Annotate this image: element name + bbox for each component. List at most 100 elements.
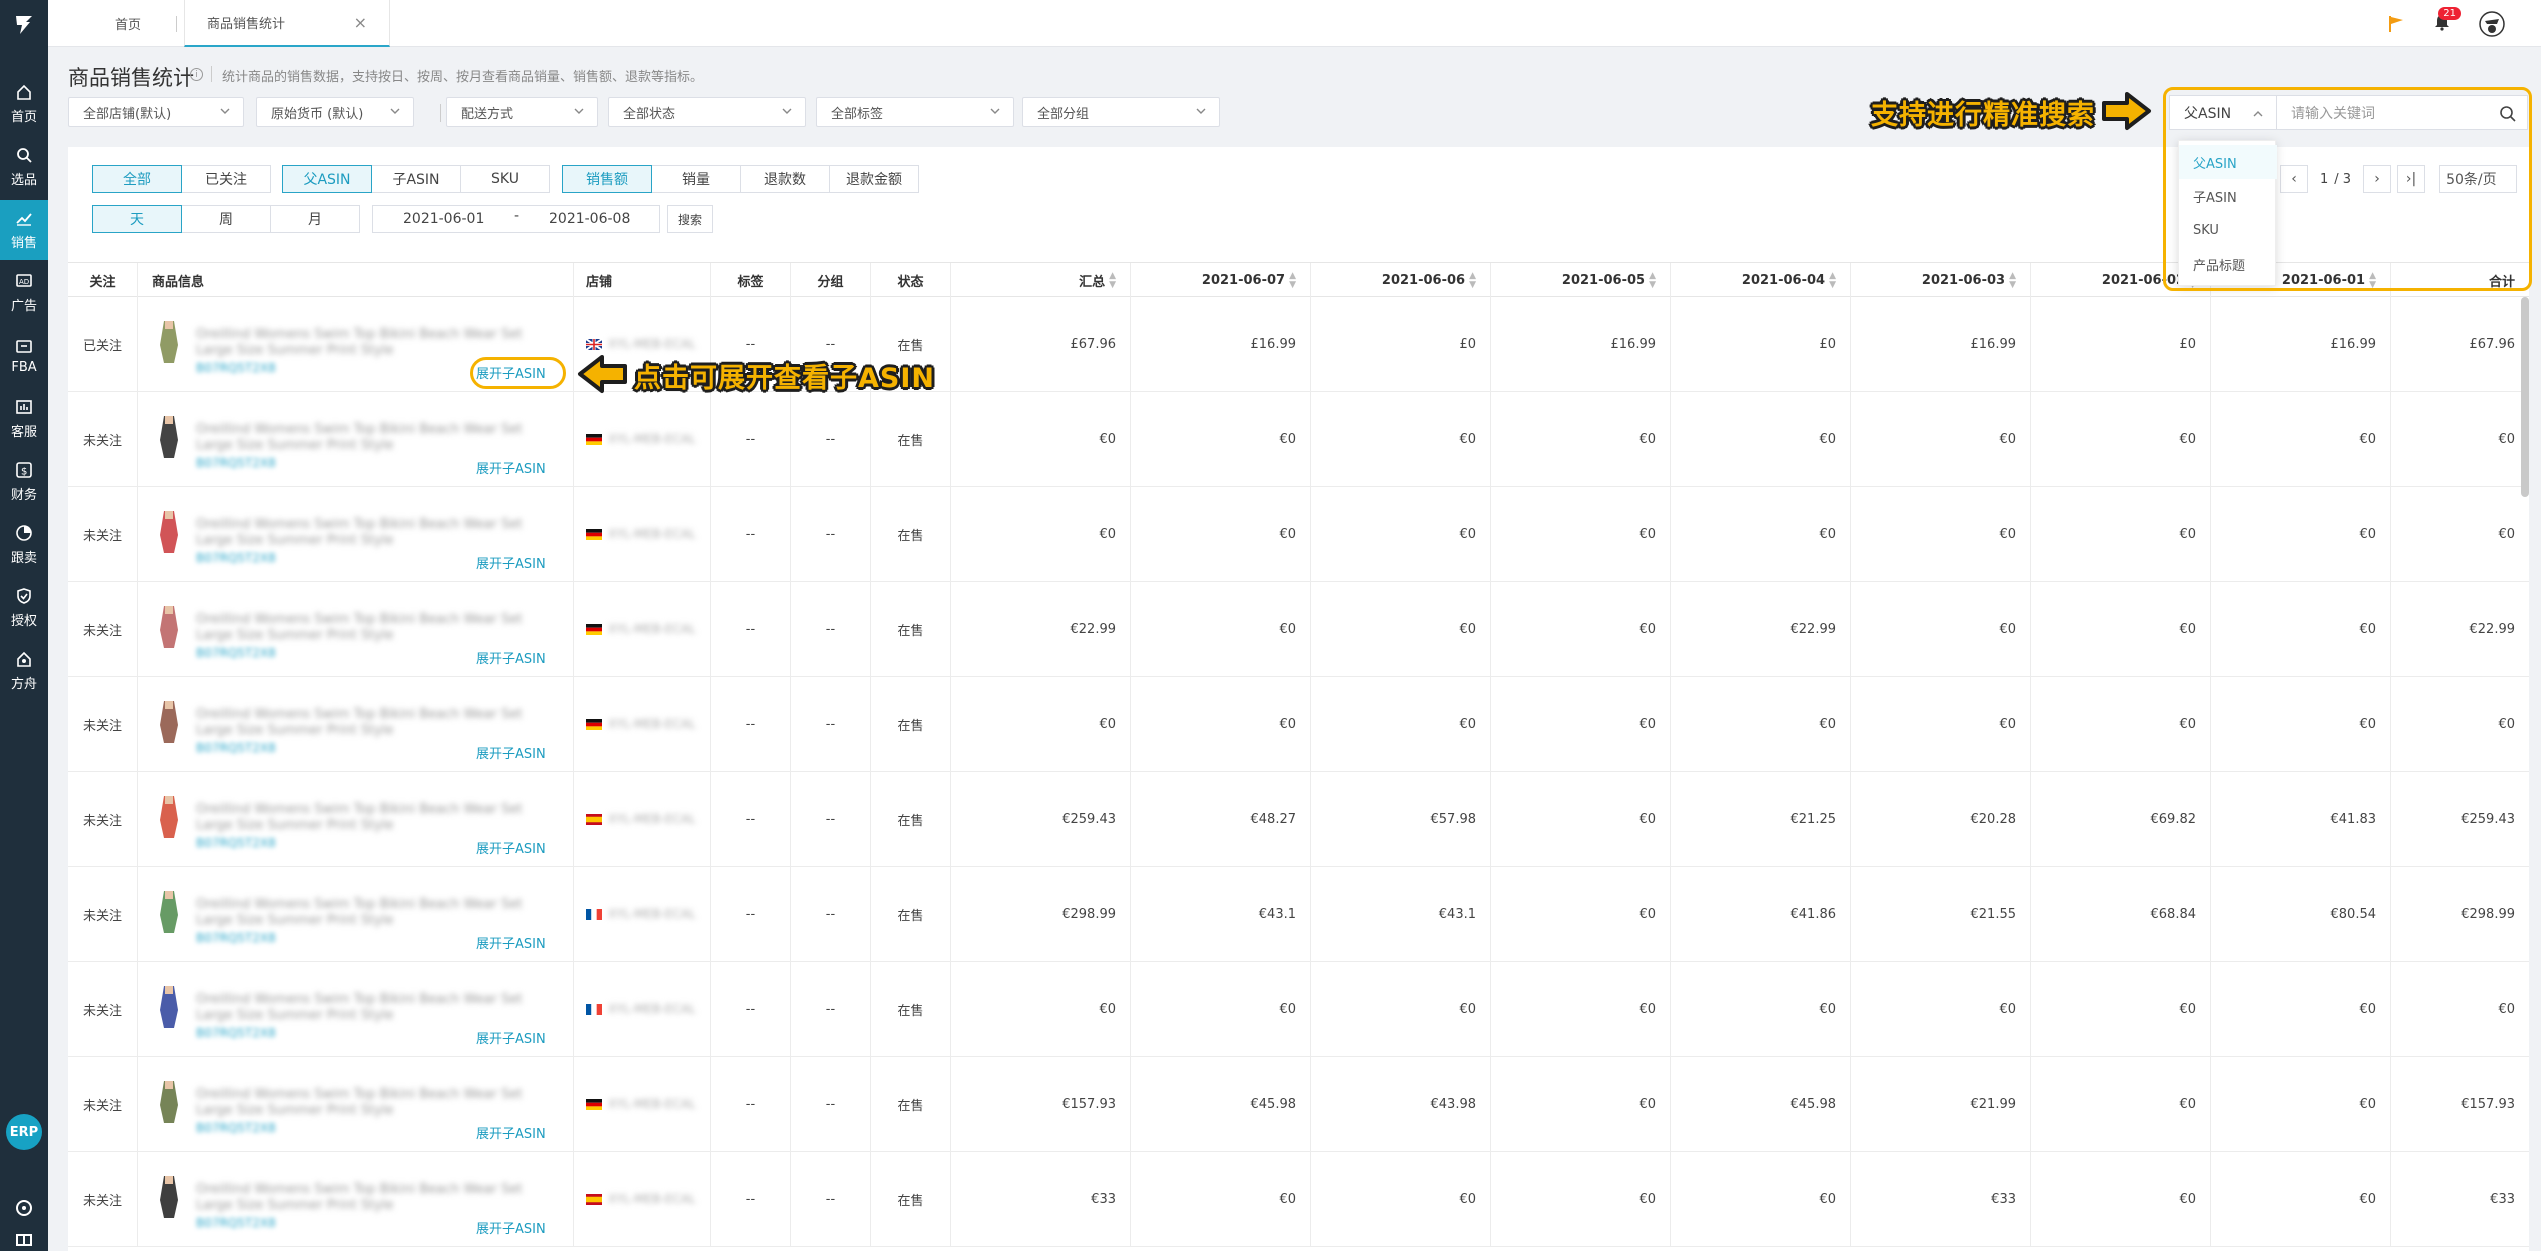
currency-select[interactable]: 原始货币 (默认)	[256, 97, 414, 127]
table-scrollbar[interactable]	[2521, 297, 2529, 497]
expand-child-asin-link[interactable]: 展开子ASIN	[476, 1123, 546, 1142]
product-asin-blurred[interactable]: B07RQ5T2X8	[196, 551, 276, 565]
product-asin-blurred[interactable]: B07RQ5T2X8	[196, 1026, 276, 1040]
toggle-refund-amount[interactable]: 退款金额	[829, 165, 919, 193]
product-thumbnail[interactable]	[156, 1079, 182, 1125]
sort-icon[interactable]: ▲▼	[2009, 271, 2016, 290]
help-icon[interactable]	[14, 1198, 34, 1218]
expand-child-asin-link[interactable]: 展开子ASIN	[476, 1218, 546, 1237]
follow-status[interactable]: 未关注	[68, 1152, 138, 1247]
nav-item-dollar[interactable]: $ 财务	[0, 452, 48, 512]
product-asin-blurred[interactable]: B07RQ5T2X8	[196, 741, 276, 755]
product-asin-blurred[interactable]: B07RQ5T2X8	[196, 836, 276, 850]
follow-status[interactable]: 未关注	[68, 582, 138, 677]
nav-item-shield[interactable]: 授权	[0, 578, 48, 638]
col-date[interactable]: 2021-06-05 ▲ ▼	[1491, 263, 1671, 298]
table-row[interactable]: 未关注 Oreillind Womens Swim Top Bikini Beac…	[68, 1152, 2529, 1247]
table-row[interactable]: 未关注 Oreillind Womens Swim Top Bikini Beac…	[68, 677, 2529, 772]
follow-status[interactable]: 未关注	[68, 392, 138, 487]
nav-item-ad[interactable]: AD 广告	[0, 263, 48, 323]
info-icon[interactable]: i	[190, 68, 203, 81]
search-button[interactable]: 搜索	[667, 205, 713, 233]
toggle-followed[interactable]: 已关注	[181, 165, 271, 193]
follow-status[interactable]: 未关注	[68, 772, 138, 867]
product-thumbnail[interactable]	[156, 414, 182, 460]
nav-item-service[interactable]: 客服	[0, 389, 48, 449]
date-end[interactable]: 2021-06-08	[549, 211, 630, 227]
close-tab-icon[interactable]: ×	[354, 13, 367, 32]
store-select[interactable]: 全部店铺(默认)	[68, 97, 244, 127]
toggle-child-asin[interactable]: 子ASIN	[371, 165, 461, 193]
product-thumbnail[interactable]	[156, 604, 182, 650]
toggle-refund-count[interactable]: 退款数	[740, 165, 830, 193]
expand-child-asin-link[interactable]: 展开子ASIN	[476, 933, 546, 952]
product-asin-blurred[interactable]: B07RQ5T2X8	[196, 646, 276, 660]
col-date[interactable]: 2021-06-07 ▲ ▼	[1131, 263, 1311, 298]
status-select[interactable]: 全部状态	[608, 97, 806, 127]
col-date[interactable]: 2021-06-03 ▲ ▼	[1851, 263, 2031, 298]
product-thumbnail[interactable]	[156, 1174, 182, 1220]
col-date[interactable]: 2021-06-06 ▲ ▼	[1311, 263, 1491, 298]
table-row[interactable]: 未关注 Oreillind Womens Swim Top Bikini Beac…	[68, 582, 2529, 677]
expand-child-asin-link[interactable]: 展开子ASIN	[476, 458, 546, 477]
sort-icon[interactable]: ▲▼	[1109, 271, 1116, 290]
follow-status[interactable]: 未关注	[68, 962, 138, 1057]
sort-icon[interactable]: ▲▼	[1829, 271, 1836, 290]
product-thumbnail[interactable]	[156, 984, 182, 1030]
nav-item-ark[interactable]: 方舟	[0, 641, 48, 701]
nav-item-home[interactable]: 首页	[0, 74, 48, 134]
toggle-day[interactable]: 天	[92, 205, 182, 233]
toggle-sku[interactable]: SKU	[460, 165, 550, 193]
product-thumbnail[interactable]	[156, 699, 182, 745]
expand-child-asin-link[interactable]: 展开子ASIN	[476, 743, 546, 762]
table-row[interactable]: 未关注 Oreillind Womens Swim Top Bikini Beac…	[68, 487, 2529, 582]
erp-badge[interactable]: ERP	[6, 1114, 42, 1150]
nav-item-pie[interactable]: 跟卖	[0, 515, 48, 575]
avatar[interactable]	[2479, 11, 2505, 37]
toggle-month[interactable]: 月	[270, 205, 360, 233]
table-row[interactable]: 未关注 Oreillind Womens Swim Top Bikini Beac…	[68, 392, 2529, 487]
table-row[interactable]: 未关注 Oreillind Womens Swim Top Bikini Beac…	[68, 772, 2529, 867]
group-select[interactable]: 全部分组	[1022, 97, 1220, 127]
product-asin-blurred[interactable]: B07RQ5T2X8	[196, 361, 276, 375]
follow-status[interactable]: 未关注	[68, 487, 138, 582]
product-thumbnail[interactable]	[156, 509, 182, 555]
notification-bell[interactable]: 21	[2433, 7, 2461, 35]
product-asin-blurred[interactable]: B07RQ5T2X8	[196, 456, 276, 470]
expand-child-asin-link[interactable]: 展开子ASIN	[476, 838, 546, 857]
toggle-parent-asin[interactable]: 父ASIN	[282, 165, 372, 193]
table-row[interactable]: 未关注 Oreillind Womens Swim Top Bikini Beac…	[68, 1057, 2529, 1152]
product-thumbnail[interactable]	[156, 889, 182, 935]
expand-child-asin-link[interactable]: 展开子ASIN	[476, 1028, 546, 1047]
table-row[interactable]: 未关注 Oreillind Womens Swim Top Bikini Beac…	[68, 867, 2529, 962]
shipping-select[interactable]: 配送方式	[446, 97, 598, 127]
gift-icon[interactable]	[14, 1227, 34, 1247]
toggle-week[interactable]: 周	[181, 205, 271, 233]
col-date[interactable]: 2021-06-04 ▲ ▼	[1671, 263, 1851, 298]
tab-product-sales[interactable]: 商品销售统计 ×	[184, 0, 390, 47]
sort-icon[interactable]: ▲▼	[1649, 271, 1656, 290]
follow-status[interactable]: 未关注	[68, 1057, 138, 1152]
follow-status[interactable]: 未关注	[68, 867, 138, 962]
product-asin-blurred[interactable]: B07RQ5T2X8	[196, 1216, 276, 1230]
product-thumbnail[interactable]	[156, 794, 182, 840]
flag-icon[interactable]	[2387, 15, 2405, 33]
follow-status[interactable]: 未关注	[68, 677, 138, 772]
product-asin-blurred[interactable]: B07RQ5T2X8	[196, 1121, 276, 1135]
toggle-sales-amount[interactable]: 销售额	[562, 165, 652, 193]
toggle-all[interactable]: 全部	[92, 165, 182, 193]
follow-status[interactable]: 已关注	[68, 297, 138, 392]
tab-home[interactable]: 首页	[68, 0, 188, 47]
toggle-sales-qty[interactable]: 销量	[651, 165, 741, 193]
logo-icon[interactable]	[0, 0, 48, 48]
table-row[interactable]: 未关注 Oreillind Womens Swim Top Bikini Beac…	[68, 962, 2529, 1057]
nav-item-chart[interactable]: 销售	[0, 200, 48, 260]
sort-icon[interactable]: ▲▼	[1469, 271, 1476, 290]
tag-select[interactable]: 全部标签	[816, 97, 1014, 127]
sort-icon[interactable]: ▲▼	[1289, 271, 1296, 290]
nav-item-search[interactable]: 选品	[0, 137, 48, 197]
expand-child-asin-link[interactable]: 展开子ASIN	[476, 648, 546, 667]
product-thumbnail[interactable]	[156, 319, 182, 365]
nav-item-box[interactable]: FBA	[0, 326, 48, 386]
product-asin-blurred[interactable]: B07RQ5T2X8	[196, 931, 276, 945]
